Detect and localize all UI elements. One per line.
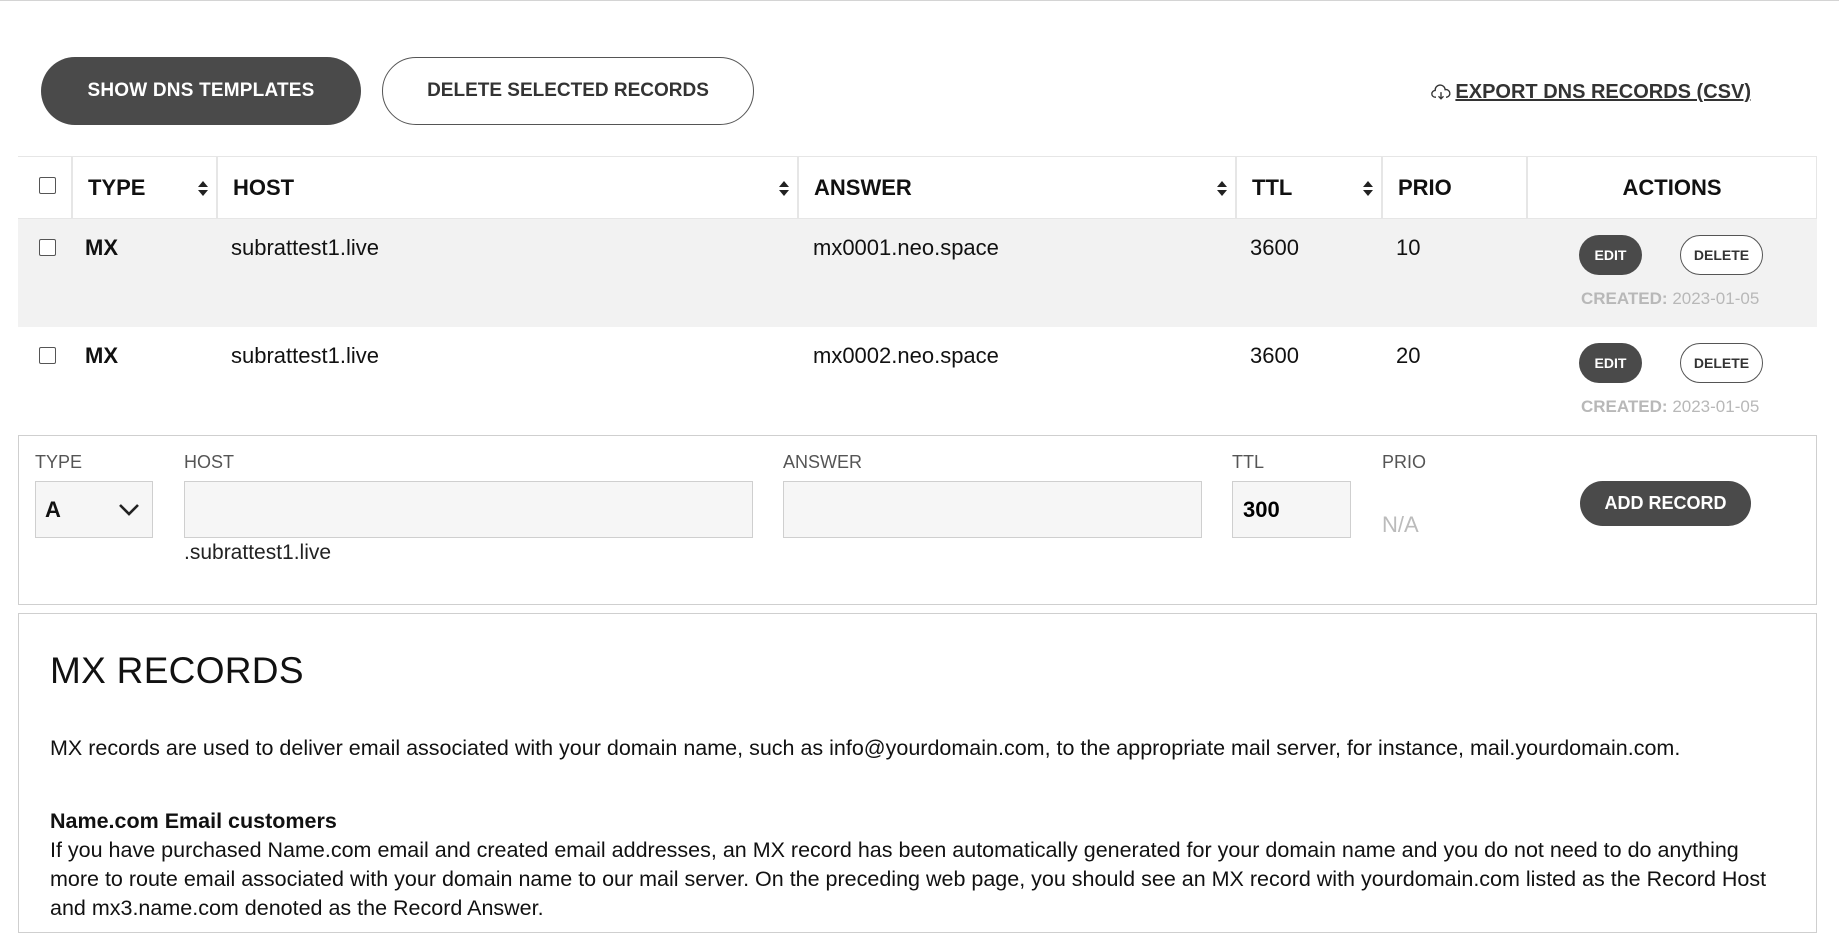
record-ttl: 3600: [1250, 235, 1299, 260]
add-record-button[interactable]: ADD RECORD: [1580, 481, 1751, 526]
info-customers-section: Name.com Email customers If you have pur…: [50, 807, 1785, 923]
info-title: MX RECORDS: [50, 650, 304, 691]
header-prio-label: PRIO: [1398, 175, 1452, 200]
record-prio: 10: [1396, 235, 1421, 260]
record-ttl: 3600: [1250, 343, 1299, 368]
type-label: TYPE: [35, 452, 83, 472]
table-row: MX subrattest1.live mx0002.neo.space 360…: [18, 327, 1817, 435]
record-host: subrattest1.live: [231, 235, 379, 260]
header-ttl-label: TTL: [1252, 175, 1293, 200]
created-date: CREATED: 2023-01-05: [1581, 397, 1759, 417]
header-type[interactable]: TYPE: [72, 156, 217, 219]
mx-records-info: MX RECORDS MX records are used to delive…: [18, 613, 1817, 933]
export-dns-records-link[interactable]: EXPORT DNS RECORDS (CSV): [1431, 81, 1751, 104]
edit-button[interactable]: EDIT: [1579, 343, 1642, 383]
header-actions-label: ACTIONS: [1622, 175, 1722, 200]
table-header: TYPE HOST ANSWER TTL PRIO ACTIONS: [18, 156, 1817, 219]
sort-arrows-icon[interactable]: [779, 181, 789, 197]
select-all-checkbox[interactable]: [39, 177, 56, 194]
created-label: CREATED:: [1581, 397, 1668, 416]
add-record-form: TYPE A HOST .subrattest1.live ANSWER TTL…: [18, 435, 1817, 605]
table-row: MX subrattest1.live mx0001.neo.space 360…: [18, 219, 1817, 327]
info-paragraph: If you have purchased Name.com email and…: [50, 838, 1767, 920]
header-host-label: HOST: [233, 175, 295, 200]
record-type: MX: [85, 343, 118, 368]
host-suffix: .subrattest1.live: [184, 541, 332, 564]
chevron-down-icon: [119, 504, 139, 516]
ttl-label: TTL: [1232, 452, 1265, 472]
sort-arrows-icon[interactable]: [1217, 181, 1227, 197]
header-answer-label: ANSWER: [814, 175, 912, 200]
edit-button[interactable]: EDIT: [1579, 235, 1642, 275]
ttl-input[interactable]: [1232, 481, 1351, 538]
answer-input[interactable]: [783, 481, 1202, 538]
row-checkbox[interactable]: [39, 347, 56, 364]
created-value: 2023-01-05: [1672, 289, 1760, 308]
header-select-all-cell: [18, 156, 72, 219]
sort-arrows-icon[interactable]: [1363, 181, 1373, 197]
header-type-label: TYPE: [88, 175, 146, 200]
info-paragraph: MX records are used to deliver email ass…: [50, 736, 1681, 760]
prio-value: N/A: [1382, 512, 1419, 537]
host-input[interactable]: [184, 481, 753, 538]
delete-button[interactable]: DELETE: [1680, 235, 1763, 275]
record-answer: mx0002.neo.space: [813, 343, 999, 368]
header-actions: ACTIONS: [1527, 156, 1817, 219]
created-value: 2023-01-05: [1672, 397, 1760, 416]
created-date: CREATED: 2023-01-05: [1581, 289, 1759, 309]
cloud-download-icon: [1431, 83, 1451, 100]
header-answer[interactable]: ANSWER: [798, 156, 1236, 219]
created-label: CREATED:: [1581, 289, 1668, 308]
show-dns-templates-button[interactable]: SHOW DNS TEMPLATES: [41, 57, 361, 125]
header-ttl[interactable]: TTL: [1236, 156, 1382, 219]
record-prio: 20: [1396, 343, 1421, 368]
toolbar: SHOW DNS TEMPLATES DELETE SELECTED RECOR…: [41, 57, 1839, 125]
host-label: HOST: [184, 452, 235, 472]
answer-label: ANSWER: [783, 452, 863, 472]
type-select-value: A: [45, 497, 61, 522]
prio-label: PRIO: [1382, 452, 1427, 472]
delete-selected-records-button[interactable]: DELETE SELECTED RECORDS: [382, 57, 754, 125]
header-prio: PRIO: [1382, 156, 1527, 219]
delete-button[interactable]: DELETE: [1680, 343, 1763, 383]
record-answer: mx0001.neo.space: [813, 235, 999, 260]
export-label: EXPORT DNS RECORDS (CSV): [1455, 81, 1751, 103]
record-type: MX: [85, 235, 118, 260]
info-subheading: Name.com Email customers: [50, 809, 337, 833]
record-host: subrattest1.live: [231, 343, 379, 368]
row-checkbox[interactable]: [39, 239, 56, 256]
type-select[interactable]: A: [35, 481, 153, 538]
sort-arrows-icon[interactable]: [198, 181, 208, 197]
header-host[interactable]: HOST: [217, 156, 798, 219]
